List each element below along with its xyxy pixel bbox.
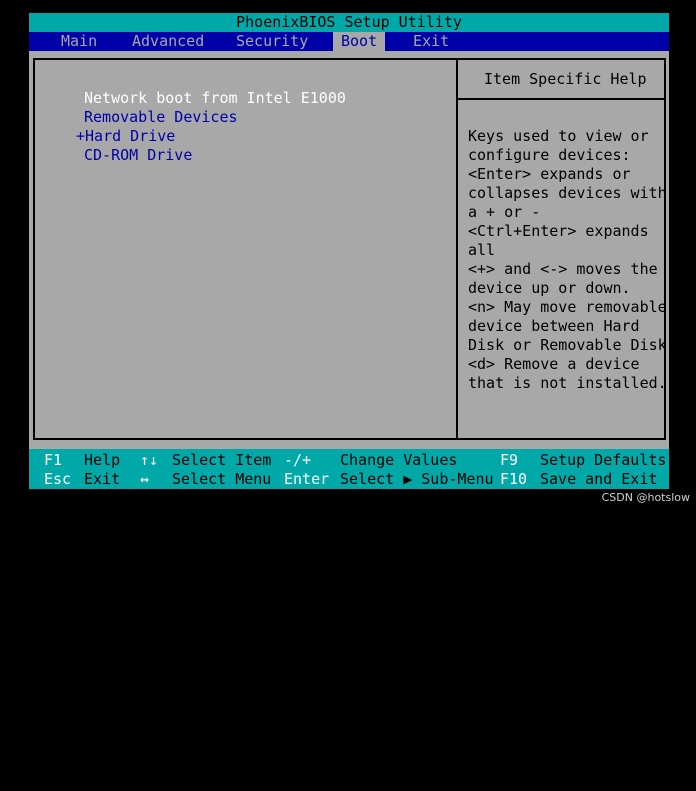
help-line: <Enter> expands or [468, 165, 631, 183]
key-esc: Esc [44, 470, 72, 488]
key-f10: F10 [500, 470, 528, 488]
key-enter: Enter [284, 470, 330, 488]
help-line: Disk or Removable Disk [468, 336, 667, 354]
help-line: <Ctrl+Enter> expands [468, 222, 649, 240]
key-up-down-desc: Select Item [172, 451, 272, 469]
help-line: all [468, 241, 496, 259]
key-f10-desc: Save and Exit [540, 470, 658, 488]
window-title: PhoenixBIOS Setup Utility [29, 13, 669, 32]
key-f1-desc: Help [84, 451, 121, 469]
tab-exit[interactable]: Exit [405, 32, 457, 51]
tab-boot[interactable]: Boot [333, 32, 386, 51]
help-line: device up or down. [468, 279, 631, 297]
key-f9: F9 [500, 451, 519, 469]
help-line: Keys used to view or [468, 127, 649, 145]
key-enter-desc: Select ▶ Sub-Menu [340, 470, 494, 488]
help-title: Item Specific Help [484, 70, 647, 88]
help-line: configure devices: [468, 146, 631, 164]
key-f1: F1 [44, 451, 63, 469]
help-line: <n> May move removable [468, 298, 667, 316]
boot-item-removable-devices[interactable]: Removable Devices [84, 108, 238, 127]
key-f9-desc: Setup Defaults [540, 451, 667, 469]
key-up-down: ↑↓ [140, 451, 159, 469]
menu-bar: Main Advanced Security Boot Exit [29, 32, 669, 51]
key-left-right-desc: Select Menu [172, 470, 272, 488]
key-minus-plus-desc: Change Values [340, 451, 458, 469]
status-bar: F1 Help ↑↓ Select Item -/+ Change Values… [29, 449, 669, 489]
boot-item-hard-drive[interactable]: +Hard Drive [76, 127, 175, 146]
help-line: device between Hard [468, 317, 640, 335]
help-line: that is not installed. [468, 374, 667, 392]
help-line: <+> and <-> moves the [468, 260, 658, 278]
tab-security[interactable]: Security [228, 32, 316, 51]
boot-item-cdrom-drive[interactable]: CD-ROM Drive [84, 146, 192, 165]
help-line: a + or - [468, 203, 541, 221]
key-left-right: ↔ [140, 470, 150, 488]
watermark: CSDN @hotslow [601, 491, 690, 504]
boot-item-network[interactable]: Network boot from Intel E1000 [84, 89, 346, 108]
key-minus-plus: -/+ [284, 451, 312, 469]
key-esc-desc: Exit [84, 470, 121, 488]
help-line: collapses devices with [468, 184, 667, 202]
tab-main[interactable]: Main [53, 32, 105, 51]
help-line: <d> Remove a device [468, 355, 640, 373]
tab-advanced[interactable]: Advanced [124, 32, 212, 51]
